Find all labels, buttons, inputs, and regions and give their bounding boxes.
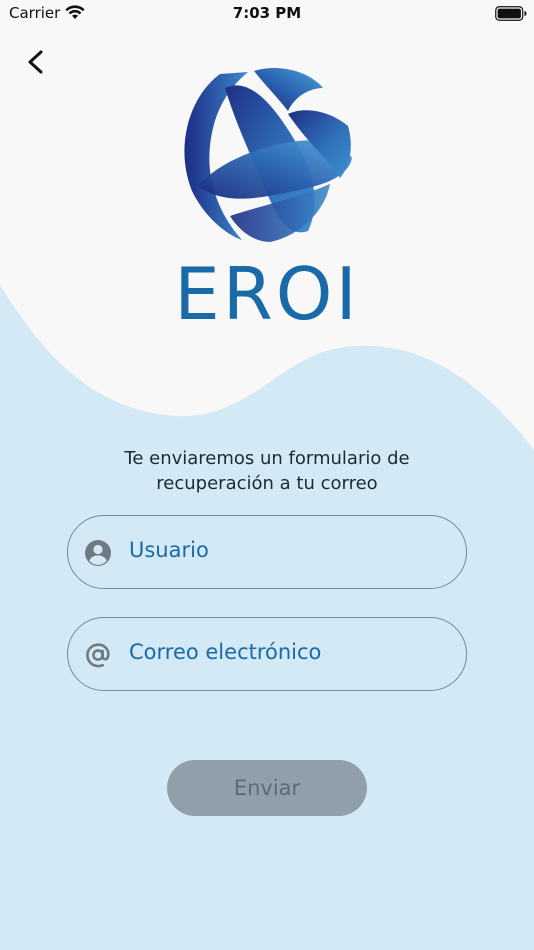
email-placeholder: Correo electrónico	[129, 640, 322, 664]
username-placeholder: Usuario	[129, 538, 209, 562]
battery-icon	[495, 6, 527, 21]
brand-name: EROI	[174, 252, 360, 336]
form-instructions: Te enviaremos un formulario de recuperac…	[60, 446, 474, 496]
instructions-line-1: Te enviaremos un formulario de	[124, 448, 410, 469]
username-field[interactable]: Usuario	[67, 515, 467, 589]
send-button-label: Enviar	[233, 776, 301, 800]
status-bar: Carrier 7:03 PM	[0, 0, 534, 28]
chevron-left-icon	[28, 50, 43, 74]
clock: 7:03 PM	[232, 4, 302, 22]
back-button[interactable]	[20, 45, 54, 79]
account-circle-icon	[85, 540, 111, 566]
instructions-line-2: recuperación a tu correo	[156, 473, 378, 494]
at-sign-icon	[86, 643, 110, 668]
send-button[interactable]: Enviar	[167, 760, 367, 816]
email-field[interactable]: Correo electrónico	[67, 617, 467, 691]
eroi-logo-globe	[184, 68, 352, 242]
